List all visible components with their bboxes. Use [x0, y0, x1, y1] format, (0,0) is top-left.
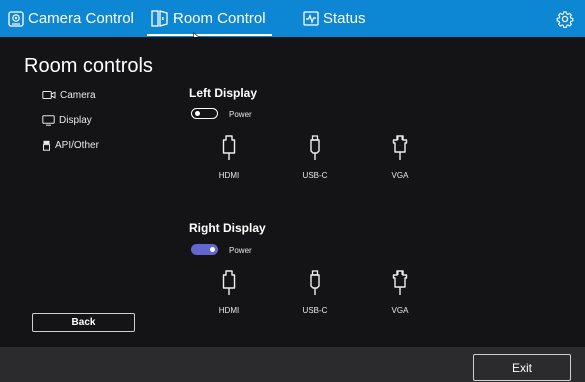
- tab-status-label: Status: [323, 10, 366, 27]
- sidebar-item-display[interactable]: Display: [42, 112, 92, 128]
- page-title: Room controls: [24, 55, 153, 77]
- tab-status[interactable]: Status: [303, 0, 366, 37]
- left-display-usbc-button[interactable]: USB-C: [292, 135, 338, 180]
- port-label: USB-C: [302, 306, 328, 315]
- main-panel: Room controls Camera Display API/Other B…: [0, 37, 585, 347]
- toggle-knob: [195, 110, 200, 116]
- bottom-bar: Exit: [0, 347, 585, 382]
- hdmi-icon: [222, 270, 236, 295]
- api-icon: [43, 140, 50, 151]
- room-control-icon: [151, 10, 168, 27]
- left-display-title: Left Display: [189, 86, 258, 100]
- tab-room-control[interactable]: Room Control: [151, 0, 266, 37]
- vga-icon: [392, 135, 408, 160]
- left-display-power-toggle[interactable]: [191, 108, 218, 119]
- right-display-title: Right Display: [189, 221, 266, 235]
- hdmi-icon: [222, 135, 236, 160]
- left-display-power-label: Power: [229, 110, 252, 119]
- tab-camera-control-label: Camera Control: [28, 10, 134, 27]
- sidebar-item-camera[interactable]: Camera: [42, 87, 96, 103]
- usb-c-icon: [310, 270, 320, 295]
- right-display-usbc-button[interactable]: USB-C: [292, 270, 338, 315]
- port-label: HDMI: [218, 306, 240, 315]
- sidebar-item-label: API/Other: [55, 139, 99, 151]
- back-button[interactable]: Back: [32, 313, 135, 332]
- sidebar-item-label: Camera: [60, 89, 96, 101]
- left-display-hdmi-button[interactable]: HDMI: [206, 135, 252, 180]
- right-display-power-label: Power: [229, 246, 252, 255]
- port-label: HDMI: [218, 171, 240, 180]
- right-display-vga-button[interactable]: VGA: [377, 270, 423, 315]
- settings-button[interactable]: [556, 10, 574, 29]
- camera-control-icon: [8, 10, 24, 27]
- toggle-knob: [210, 247, 215, 252]
- right-display-power-toggle[interactable]: [191, 244, 218, 255]
- port-label: USB-C: [302, 171, 328, 180]
- usb-c-icon: [310, 135, 320, 160]
- status-icon: [303, 11, 319, 26]
- port-label: VGA: [391, 171, 409, 180]
- port-label: VGA: [391, 306, 409, 315]
- vga-icon: [392, 270, 408, 295]
- tab-camera-control[interactable]: Camera Control: [8, 0, 134, 37]
- monitor-icon: [42, 114, 55, 126]
- exit-button[interactable]: Exit: [473, 354, 571, 381]
- gear-icon: [556, 11, 574, 29]
- tab-room-control-label: Room Control: [173, 10, 266, 27]
- sidebar-item-api-other[interactable]: API/Other: [42, 137, 99, 153]
- camera-icon: [42, 91, 56, 99]
- top-bar: Camera Control Room Control Status: [0, 0, 585, 42]
- right-display-hdmi-button[interactable]: HDMI: [206, 270, 252, 315]
- left-display-vga-button[interactable]: VGA: [377, 135, 423, 180]
- sidebar-item-label: Display: [59, 114, 92, 126]
- active-tab-indicator: [147, 34, 272, 36]
